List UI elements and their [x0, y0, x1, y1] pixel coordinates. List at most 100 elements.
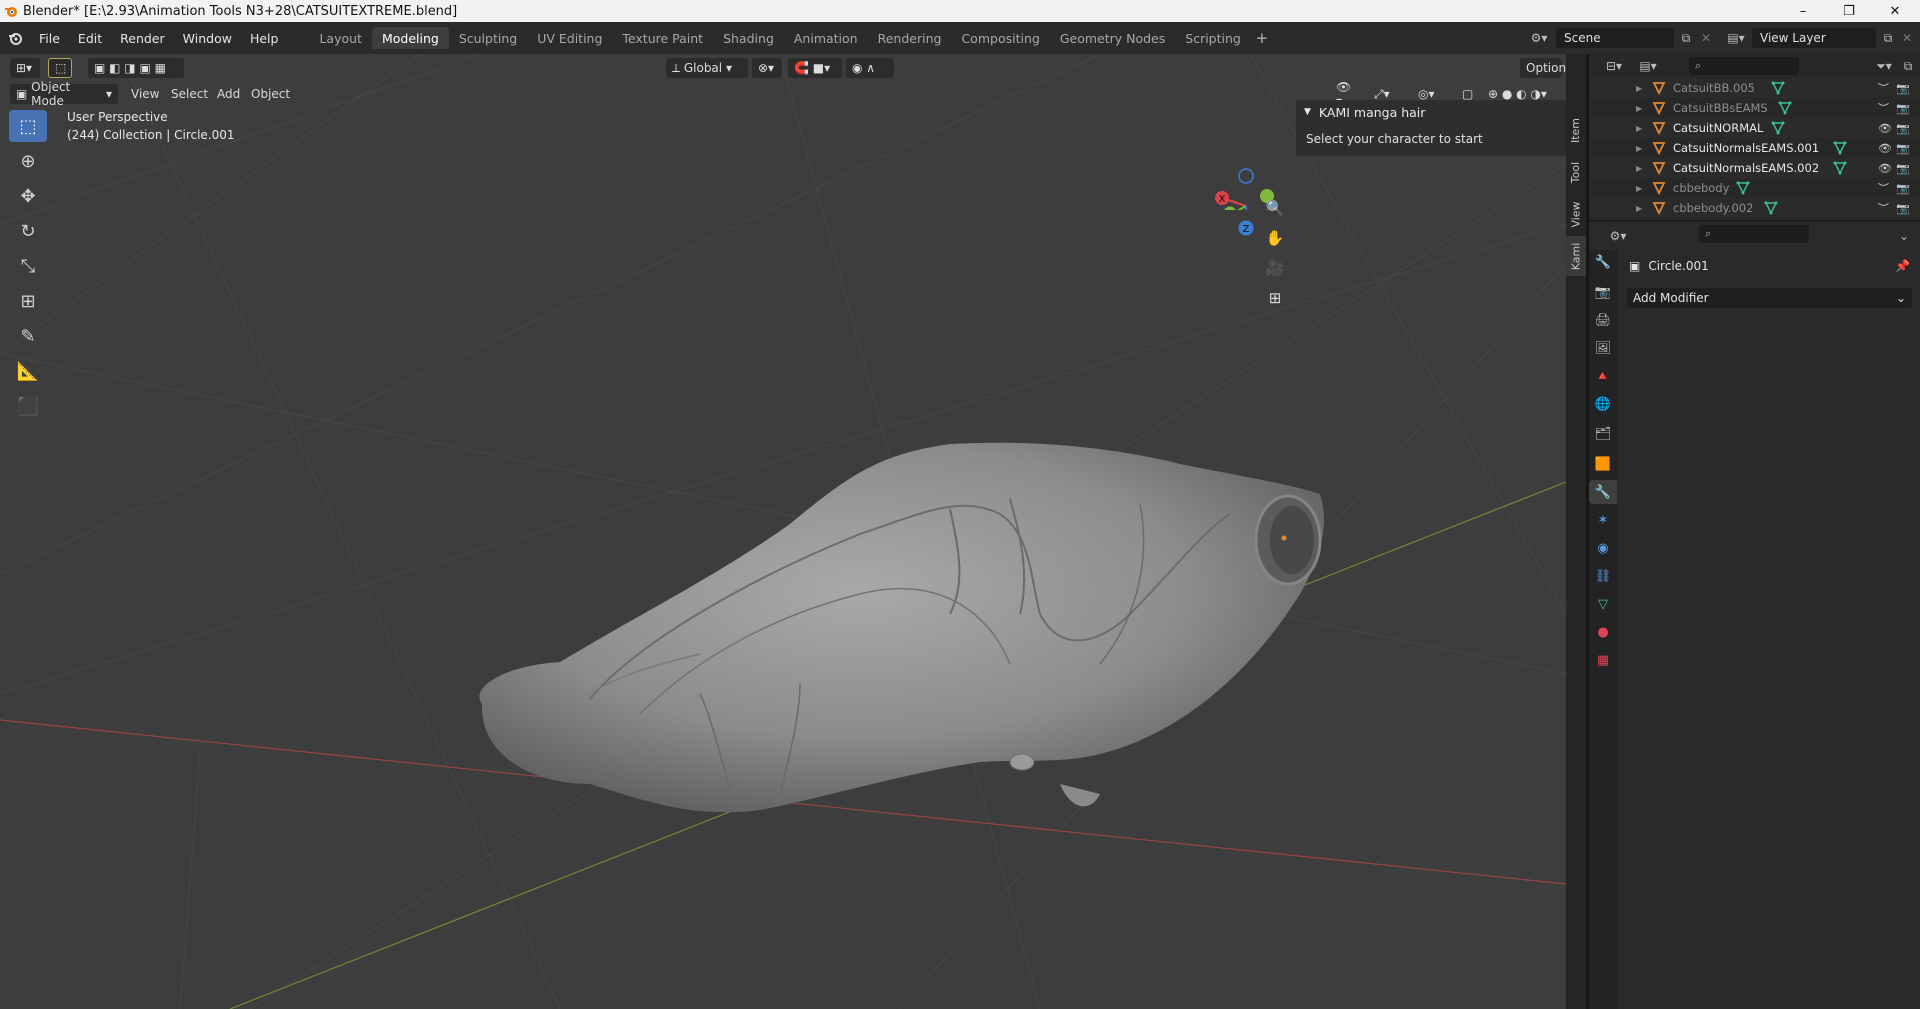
scene-icon[interactable]: 🔺: [1589, 364, 1617, 388]
tab-uv-editing[interactable]: UV Editing: [527, 27, 612, 49]
add-cube-icon[interactable]: ⬛: [9, 390, 47, 422]
outliner-row[interactable]: ▶ CatsuitBBsEAMS ︶ 📷: [1589, 98, 1920, 118]
tab-texture-paint[interactable]: Texture Paint: [612, 27, 713, 49]
outliner-row[interactable]: ▶ CatsuitBB.005 ︶ 📷: [1589, 78, 1920, 98]
mesh-data-icon[interactable]: ▽: [1589, 592, 1617, 616]
pin-icon[interactable]: 📌: [1895, 259, 1910, 273]
outliner-editor-icon[interactable]: ⊟▾: [1599, 56, 1629, 76]
measure-icon[interactable]: 📐: [9, 355, 47, 387]
menu-file[interactable]: File: [30, 22, 69, 54]
scale-icon[interactable]: ⤡: [9, 250, 47, 282]
add-modifier-button[interactable]: Add Modifier ⌄: [1627, 288, 1912, 308]
pan-hand-icon[interactable]: ✋: [1261, 224, 1289, 252]
filter-icon[interactable]: ⏷▾: [1869, 56, 1899, 76]
render-camera-icon[interactable]: 📷: [1896, 102, 1910, 115]
view-layer-icon[interactable]: 🖼: [1589, 336, 1617, 360]
select-box-icon[interactable]: ⬚: [9, 110, 47, 142]
new-collection-icon[interactable]: ⧉: [1899, 56, 1917, 76]
output-icon[interactable]: 🖨: [1589, 308, 1617, 332]
annotate-icon[interactable]: ✎: [9, 320, 47, 352]
collection-icon[interactable]: 🗂: [1589, 422, 1617, 446]
select-tool-icon[interactable]: ⬚: [48, 58, 72, 78]
tab-animation[interactable]: Animation: [784, 27, 868, 49]
eye-open-icon[interactable]: 👁: [1878, 122, 1892, 135]
z-axis-gizmo[interactable]: Z: [1236, 218, 1256, 238]
add-menu[interactable]: Add: [217, 84, 240, 104]
outliner-row[interactable]: ▶ cbbebody.002 ︶ 📷: [1589, 198, 1920, 218]
menu-edit[interactable]: Edit: [69, 22, 111, 54]
pivot-point-icon[interactable]: ⊗▾: [752, 58, 782, 78]
outliner-row[interactable]: ▶ CatsuitNormalsEAMS.002 👁 📷: [1589, 158, 1920, 178]
neg-z-icon[interactable]: [1238, 168, 1254, 184]
tab-compositing[interactable]: Compositing: [951, 27, 1049, 49]
blender-menu-icon[interactable]: [0, 22, 30, 54]
expand-arrow-icon[interactable]: ▶: [1636, 144, 1642, 153]
outliner-item-name[interactable]: CatsuitBBsEAMS: [1673, 101, 1768, 115]
catsuit-model[interactable]: [479, 442, 1324, 813]
outliner-row[interactable]: ▶ CatsuitNORMAL 👁 📷: [1589, 118, 1920, 138]
eye-open-icon[interactable]: 👁: [1878, 142, 1892, 155]
render-camera-icon[interactable]: 📷: [1896, 162, 1910, 175]
outliner-item-name[interactable]: cbbebody: [1673, 181, 1729, 195]
mesh-data-icon[interactable]: [1736, 181, 1750, 195]
outliner-row[interactable]: ▶ cbbebody ︶ 📷: [1589, 178, 1920, 198]
texture-icon[interactable]: ▦: [1589, 648, 1617, 672]
eye-open-icon[interactable]: 👁: [1878, 162, 1892, 175]
render-camera-icon[interactable]: 📷: [1896, 82, 1910, 95]
render-camera-icon[interactable]: 📷: [1896, 202, 1910, 215]
minimize-button[interactable]: –: [1780, 0, 1826, 22]
transform-orientation-dropdown[interactable]: ⟂ Global ▾: [666, 58, 748, 78]
expand-arrow-icon[interactable]: ▶: [1636, 124, 1642, 133]
eye-closed-icon[interactable]: ︶: [1878, 200, 1889, 216]
mesh-data-icon[interactable]: [1778, 101, 1792, 115]
delete-scene-icon[interactable]: ✕: [1697, 28, 1715, 48]
mesh-data-icon[interactable]: [1771, 121, 1785, 135]
camera-view-icon[interactable]: 🎥: [1261, 254, 1289, 282]
constraints-icon[interactable]: ⛓: [1589, 564, 1617, 588]
render-camera-icon[interactable]: 📷: [1896, 142, 1910, 155]
menu-window[interactable]: Window: [174, 22, 241, 54]
move-icon[interactable]: ✥: [9, 180, 47, 212]
eye-closed-icon[interactable]: ︶: [1878, 100, 1889, 116]
tab-view[interactable]: View: [1566, 194, 1586, 234]
tool-icon[interactable]: 🔧: [1589, 250, 1617, 274]
selection-mode-icons[interactable]: ▣ ◧ ◨ ▣ ▦: [88, 58, 184, 78]
mesh-data-icon[interactable]: [1771, 81, 1785, 95]
tab-scripting[interactable]: Scripting: [1175, 27, 1251, 49]
eye-closed-icon[interactable]: ︶: [1878, 180, 1889, 196]
new-scene-icon[interactable]: ⧉: [1676, 28, 1696, 48]
tab-tool[interactable]: Tool: [1566, 152, 1586, 192]
physics-icon[interactable]: ◉: [1589, 536, 1617, 560]
expand-arrow-icon[interactable]: ▶: [1636, 184, 1642, 193]
delete-view-layer-icon[interactable]: ✕: [1898, 28, 1916, 48]
mesh-data-icon[interactable]: [1833, 141, 1847, 155]
view-menu[interactable]: View: [131, 84, 159, 104]
tab-sculpting[interactable]: Sculpting: [449, 27, 527, 49]
select-menu[interactable]: Select: [171, 84, 208, 104]
object-icon[interactable]: 🟧: [1589, 452, 1617, 476]
properties-editor-icon[interactable]: ⚙▾: [1603, 226, 1633, 246]
outliner-row[interactable]: ▶ CatsuitNormalsEAMS.001 👁 📷: [1589, 138, 1920, 158]
expand-arrow-icon[interactable]: ▶: [1636, 164, 1642, 173]
tab-modeling[interactable]: Modeling: [371, 27, 449, 49]
menu-help[interactable]: Help: [241, 22, 288, 54]
particles-icon[interactable]: ✶: [1589, 508, 1617, 532]
proportional-edit-icon[interactable]: ◉ ∧: [846, 58, 894, 78]
mode-dropdown[interactable]: ▣ Object Mode ▾: [10, 80, 118, 108]
cursor-icon[interactable]: ⊕: [9, 145, 47, 177]
tab-geometry-nodes[interactable]: Geometry Nodes: [1050, 27, 1175, 49]
expand-arrow-icon[interactable]: ▶: [1636, 84, 1642, 93]
view-layer-selector[interactable]: View Layer: [1752, 28, 1876, 48]
scene-selector[interactable]: Scene: [1556, 28, 1674, 48]
rotate-icon[interactable]: ↻: [9, 215, 47, 247]
new-view-layer-icon[interactable]: ⧉: [1878, 28, 1898, 48]
mesh-data-icon[interactable]: [1764, 201, 1778, 215]
collapse-arrow-icon[interactable]: ▼: [1304, 107, 1311, 117]
tab-layout[interactable]: Layout: [309, 27, 372, 49]
transform-icon[interactable]: ⊞: [9, 285, 47, 317]
options-dropdown[interactable]: Options ▾: [1520, 58, 1566, 78]
world-icon[interactable]: 🌐: [1589, 392, 1617, 416]
outliner-search-input[interactable]: ⌕: [1689, 57, 1799, 75]
object-menu[interactable]: Object: [251, 84, 290, 104]
display-mode-icon[interactable]: ▤▾: [1633, 56, 1663, 76]
